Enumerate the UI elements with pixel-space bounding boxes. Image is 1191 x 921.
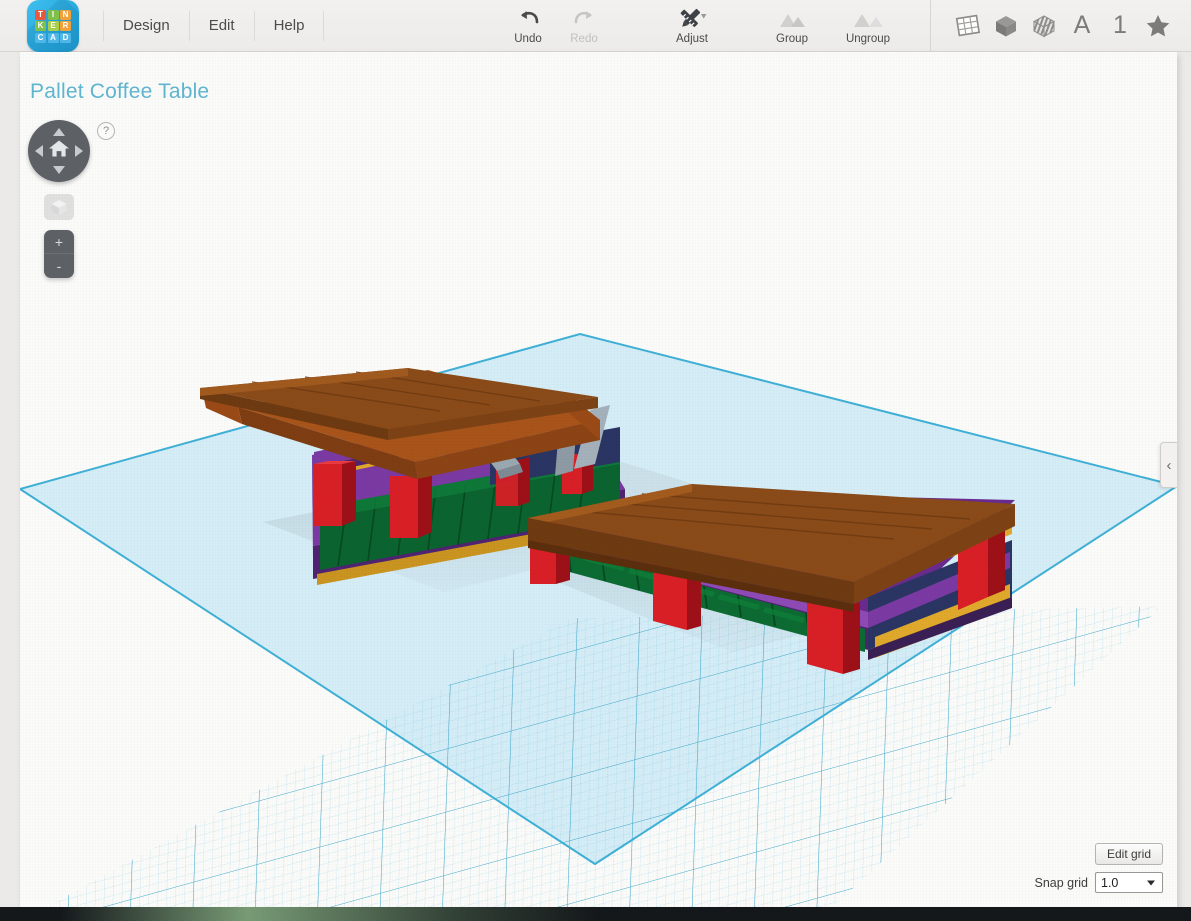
snap-grid-select[interactable]: 1.0	[1095, 872, 1163, 893]
logo-letter-a-7: A	[47, 32, 59, 43]
snap-grid-row: Snap grid 1.0	[1034, 872, 1163, 893]
ruler-pencil-icon	[677, 6, 707, 32]
number-shape-glyph: 1	[1113, 11, 1127, 39]
menu-edit[interactable]: Edit	[190, 10, 255, 41]
orbit-up-icon[interactable]	[53, 128, 65, 136]
redo-arrow-icon	[573, 6, 596, 32]
hole-shape-icon[interactable]	[1025, 6, 1063, 46]
group-button[interactable]: Group	[756, 0, 828, 52]
mountains-split-icon	[852, 6, 884, 32]
adjust-button[interactable]: Adjust	[656, 0, 728, 52]
edit-grid-button[interactable]: Edit grid	[1094, 843, 1163, 865]
scene-svg	[20, 332, 1177, 907]
tinkercad-logo[interactable]: TIN KER CAD	[27, 0, 79, 52]
page-title: Pallet Coffee Table	[30, 80, 210, 103]
workplane-icon[interactable]	[949, 6, 987, 46]
text-shape-glyph: A	[1073, 11, 1091, 39]
fit-all-button[interactable]	[44, 194, 74, 220]
undo-label: Undo	[514, 33, 542, 45]
ungroup-button[interactable]: Ungroup	[832, 0, 904, 52]
logo-letter-k-3: K	[35, 21, 46, 31]
shape-palette-icons: A 1	[930, 0, 1191, 52]
snap-grid-value: 1.0	[1101, 875, 1119, 890]
grid-controls: Edit grid Snap grid 1.0	[1034, 843, 1163, 893]
menu-help[interactable]: Help	[255, 10, 325, 41]
menu-design[interactable]: Design	[103, 10, 190, 41]
logo-letter-i-1: I	[47, 9, 59, 20]
redo-label: Redo	[570, 33, 598, 45]
solid-shape-icon[interactable]	[987, 6, 1025, 46]
number-shape-icon[interactable]: 1	[1101, 6, 1139, 46]
help-button[interactable]: ?	[97, 122, 115, 140]
right-panel-toggle[interactable]: ‹	[1160, 442, 1177, 488]
view-navigation-controls: ? + -	[28, 120, 115, 278]
ungroup-label: Ungroup	[845, 33, 891, 45]
design-canvas[interactable]: Pallet Coffee Table ? + - ‹ Edit grid Sn…	[20, 52, 1177, 907]
logo-letter-t-0: T	[35, 9, 46, 20]
snap-grid-label: Snap grid	[1034, 875, 1088, 890]
group-label: Group	[776, 33, 808, 45]
logo-letter-c-6: C	[35, 32, 46, 43]
mountains-merged-icon	[776, 6, 808, 32]
top-toolbar: TINKERCAD Design Edit Help Undo Redo Adj…	[0, 0, 1191, 52]
text-shape-icon[interactable]: A	[1063, 6, 1101, 46]
undo-button[interactable]: Undo	[500, 0, 556, 52]
orbit-left-icon[interactable]	[35, 145, 43, 157]
undo-arrow-icon	[517, 6, 540, 32]
chevron-down-icon	[1147, 880, 1155, 885]
zoom-out-button[interactable]: -	[44, 254, 74, 278]
edit-tools: Undo Redo Adjust Group Ungroup	[500, 0, 904, 52]
logo-letter-r-5: R	[60, 21, 71, 31]
browser-bottom-strip	[0, 907, 1191, 921]
logo-letter-n-2: N	[60, 9, 71, 20]
logo-letter-e-4: E	[47, 21, 59, 31]
main-menu: Design Edit Help	[103, 0, 325, 52]
logo-letter-grid: TIN KER CAD	[35, 9, 71, 43]
logo-letter-d-8: D	[60, 32, 71, 43]
fit-cube-icon	[51, 199, 67, 215]
orbit-down-icon[interactable]	[53, 166, 65, 174]
orbit-right-icon[interactable]	[75, 145, 83, 157]
home-view-icon[interactable]	[48, 139, 70, 164]
scene-3d-viewport[interactable]	[20, 52, 1177, 907]
redo-button[interactable]: Redo	[556, 0, 612, 52]
favorites-star-icon[interactable]	[1139, 6, 1177, 46]
adjust-label: Adjust	[676, 33, 708, 45]
view-orbit-disc[interactable]	[28, 120, 90, 182]
zoom-controls: + -	[44, 230, 74, 278]
zoom-in-button[interactable]: +	[44, 230, 74, 254]
